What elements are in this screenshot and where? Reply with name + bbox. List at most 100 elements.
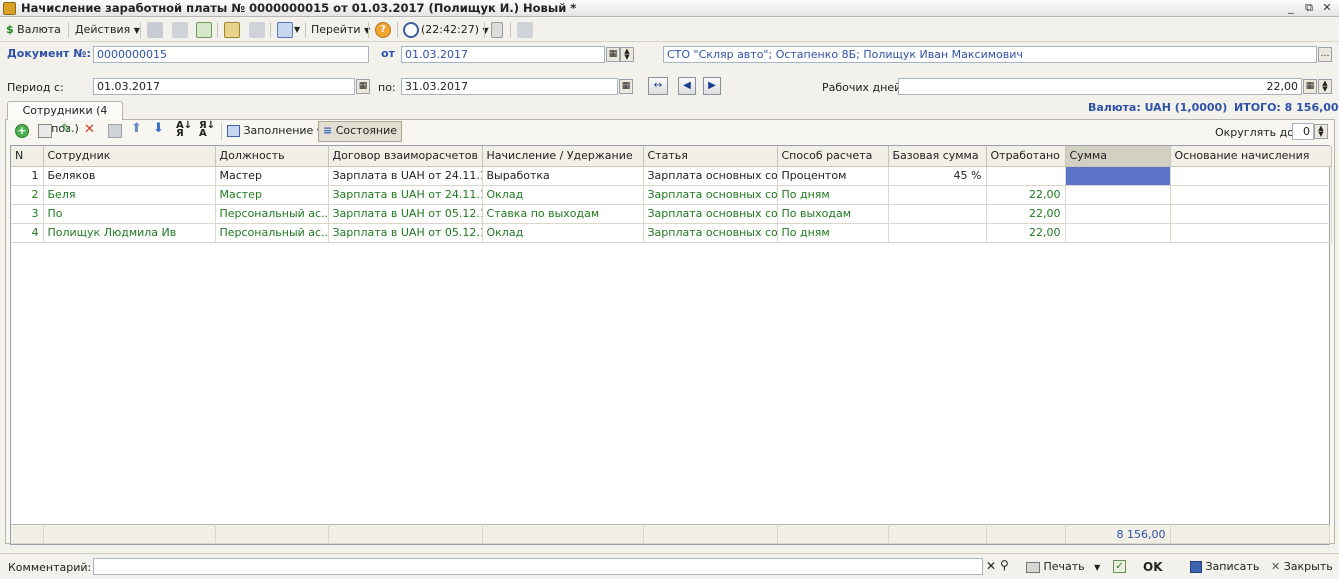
workdays-field[interactable]: 22,00 bbox=[898, 78, 1302, 95]
print-button[interactable]: Печать ▼ bbox=[1026, 558, 1100, 576]
col-basis[interactable]: Основание начисления bbox=[1170, 146, 1332, 167]
based-on-icon[interactable] bbox=[277, 22, 293, 38]
save-button[interactable]: Записать bbox=[1190, 558, 1259, 576]
cell-accrual[interactable]: Оклад bbox=[482, 185, 644, 205]
table-row[interactable]: 2 Беля Мастер Зарплата в UAH от 24.11.13… bbox=[11, 185, 1332, 205]
cell-basis[interactable] bbox=[1170, 204, 1332, 224]
cell-basis[interactable] bbox=[1170, 185, 1332, 205]
organization-field[interactable]: СТО "Скляр авто"; Остапенко 8Б; Полищук … bbox=[663, 46, 1317, 63]
minimize-button[interactable]: _ bbox=[1282, 0, 1300, 16]
dropdown-arrow-icon[interactable]: ▼ bbox=[294, 21, 300, 39]
col-employee[interactable]: Сотрудник bbox=[43, 146, 216, 167]
cell-accrual[interactable]: Выработка bbox=[482, 166, 644, 186]
help-icon[interactable]: ? bbox=[375, 22, 391, 38]
delete-row-icon[interactable]: ✕ bbox=[84, 122, 95, 137]
cell-sum[interactable] bbox=[1065, 204, 1171, 224]
cell-sum-selected[interactable] bbox=[1065, 166, 1171, 186]
cell-base[interactable] bbox=[888, 223, 987, 243]
actions-menu[interactable]: Действия ▼ bbox=[75, 21, 140, 39]
date-spinner[interactable]: ▲ ▼ bbox=[620, 47, 634, 62]
cell-employee[interactable]: Полищук Людмила Ив bbox=[43, 223, 216, 243]
ok-button[interactable]: OK bbox=[1143, 558, 1163, 576]
round-spinner[interactable]: ▲ ▼ bbox=[1314, 124, 1328, 139]
state-button[interactable]: ≡ Состояние bbox=[318, 121, 403, 142]
cell-position[interactable]: Мастер bbox=[215, 166, 329, 186]
col-accrual[interactable]: Начисление / Удержание bbox=[482, 146, 644, 167]
copy-row-icon[interactable] bbox=[38, 124, 52, 138]
col-worked[interactable]: Отработано bbox=[986, 146, 1066, 167]
table-row[interactable]: 1 Беляков Мастер Зарплата в UAH от 24.11… bbox=[11, 166, 1332, 186]
move-up-icon[interactable]: ⬆ bbox=[131, 121, 142, 136]
table-row[interactable]: 4 Полищук Людмила Ив Персональный ас... … bbox=[11, 223, 1332, 243]
cell-article[interactable]: Зарплата основных со... bbox=[643, 166, 778, 186]
cell-method[interactable]: По дням bbox=[777, 185, 889, 205]
cell-employee[interactable]: По bbox=[43, 204, 216, 224]
cell-accrual[interactable]: Оклад bbox=[482, 223, 644, 243]
restore-button[interactable]: ⧉ bbox=[1300, 0, 1318, 16]
cell-article[interactable]: Зарплата основных со... bbox=[643, 204, 778, 224]
cell-sum[interactable] bbox=[1065, 223, 1171, 243]
col-sum[interactable]: Сумма bbox=[1065, 146, 1171, 167]
close-window-button[interactable]: ✕ bbox=[1318, 0, 1336, 16]
post-doc-icon[interactable] bbox=[147, 22, 163, 38]
cell-basis[interactable] bbox=[1170, 166, 1332, 186]
calculator-icon[interactable]: ▦ bbox=[1303, 79, 1317, 94]
select-organization-button[interactable]: … bbox=[1318, 47, 1332, 62]
cell-contract[interactable]: Зарплата в UAH от 24.11.13 bbox=[328, 185, 483, 205]
cell-method[interactable]: Процентом bbox=[777, 166, 889, 186]
cell-worked[interactable]: 22,00 bbox=[986, 185, 1066, 205]
cell-base[interactable] bbox=[888, 204, 987, 224]
check-icon[interactable]: ✓ bbox=[1113, 560, 1126, 573]
copy-doc-icon[interactable] bbox=[249, 22, 265, 38]
cell-accrual[interactable]: Ставка по выходам bbox=[482, 204, 644, 224]
sort-desc-icon[interactable]: Я↓ A bbox=[199, 121, 215, 139]
doc-number-field[interactable]: 0000000015 bbox=[93, 46, 369, 63]
clear-icon[interactable]: ✕ bbox=[986, 559, 996, 573]
prev-period-icon[interactable]: ◀ bbox=[678, 77, 696, 95]
go-to-menu[interactable]: Перейти ▼ bbox=[311, 21, 370, 39]
close-button[interactable]: ✕ Закрыть bbox=[1271, 558, 1333, 576]
move-down-icon[interactable]: ⬇ bbox=[153, 121, 164, 136]
round-field[interactable]: 0 bbox=[1292, 123, 1314, 140]
cancel-post-icon[interactable] bbox=[172, 22, 188, 38]
col-n[interactable]: N bbox=[11, 146, 44, 167]
calendar-icon[interactable]: ▦ bbox=[356, 79, 370, 94]
next-period-icon[interactable]: ▶ bbox=[703, 77, 721, 95]
cell-method[interactable]: По дням bbox=[777, 223, 889, 243]
cell-method[interactable]: По выходам bbox=[777, 204, 889, 224]
cell-employee[interactable]: Беляков bbox=[43, 166, 216, 186]
sort-asc-icon[interactable]: A↓ Я bbox=[176, 121, 192, 139]
col-method[interactable]: Способ расчета bbox=[777, 146, 889, 167]
structure-icon[interactable] bbox=[491, 22, 503, 38]
cell-worked[interactable]: 22,00 bbox=[986, 204, 1066, 224]
calendar-icon[interactable]: ▦ bbox=[619, 79, 633, 94]
col-position[interactable]: Должность bbox=[215, 146, 329, 167]
fill-menu[interactable]: Заполнение ▼ bbox=[227, 122, 323, 142]
cell-worked[interactable]: 22,00 bbox=[986, 223, 1066, 243]
period-to-field[interactable]: 31.03.2017 bbox=[401, 78, 618, 95]
calendar-icon[interactable]: ▦ bbox=[606, 47, 620, 62]
period-from-field[interactable]: 01.03.2017 bbox=[93, 78, 355, 95]
cell-n[interactable]: 3 bbox=[11, 204, 44, 224]
cell-base[interactable] bbox=[888, 185, 987, 205]
cell-n[interactable]: 1 bbox=[11, 166, 44, 186]
refresh-doc-icon[interactable] bbox=[196, 22, 212, 38]
cell-sum[interactable] bbox=[1065, 185, 1171, 205]
table-row[interactable]: 3 По Персональный ас... Зарплата в UAH о… bbox=[11, 204, 1332, 224]
cell-basis[interactable] bbox=[1170, 223, 1332, 243]
tab-employees[interactable]: Сотрудники (4 поз.) bbox=[7, 101, 123, 135]
cell-n[interactable]: 2 bbox=[11, 185, 44, 205]
cell-article[interactable]: Зарплата основных со... bbox=[643, 223, 778, 243]
time-button[interactable]: (22:42:27) ▼ bbox=[421, 21, 489, 39]
search-icon[interactable]: ⚲ bbox=[1000, 558, 1009, 572]
cell-contract[interactable]: Зарплата в UAH от 05.12.13 bbox=[328, 204, 483, 224]
cell-employee[interactable]: Беля bbox=[43, 185, 216, 205]
doc-date-field[interactable]: 01.03.2017 bbox=[401, 46, 605, 63]
col-base[interactable]: Базовая сумма bbox=[888, 146, 987, 167]
currency-button[interactable]: $ Валюта bbox=[6, 21, 61, 39]
col-contract[interactable]: Договор взаиморасчетов bbox=[328, 146, 483, 167]
workdays-spinner[interactable]: ▲ ▼ bbox=[1318, 79, 1332, 94]
add-row-icon[interactable]: + bbox=[15, 124, 29, 138]
cell-contract[interactable]: Зарплата в UAH от 24.11.13 bbox=[328, 166, 483, 186]
period-settings-icon[interactable]: ↔ bbox=[648, 77, 668, 95]
